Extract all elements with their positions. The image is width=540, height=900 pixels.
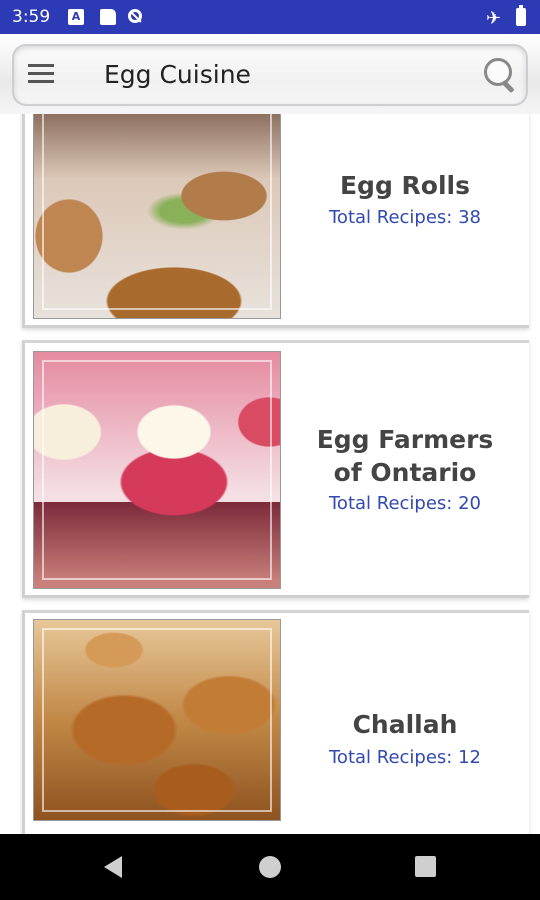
category-recipe-count: Total Recipes: 20 bbox=[329, 493, 481, 514]
search-icon[interactable] bbox=[484, 58, 518, 94]
back-icon[interactable] bbox=[104, 856, 122, 878]
category-card[interactable]: Challah Total Recipes: 12 bbox=[22, 610, 529, 843]
hamburger-menu-icon[interactable] bbox=[28, 64, 54, 84]
battery-icon bbox=[516, 5, 526, 26]
page-title: Egg Cuisine bbox=[104, 60, 251, 89]
category-title: Egg Farmers of Ontario bbox=[316, 425, 494, 487]
recent-apps-icon[interactable] bbox=[415, 856, 436, 877]
category-card[interactable]: Egg Farmers of Ontario Total Recipes: 20 bbox=[22, 340, 529, 598]
egg-rolls-image bbox=[33, 85, 281, 319]
challah-image bbox=[33, 619, 281, 821]
app-toolbar bbox=[0, 34, 540, 114]
a-icon: A bbox=[68, 9, 84, 25]
sd-card-icon bbox=[100, 9, 116, 25]
airplane-icon: ✈ bbox=[486, 8, 502, 29]
cupcake-image bbox=[33, 351, 281, 589]
status-bar: 3:59 A ✈ bbox=[0, 0, 540, 34]
category-recipe-count: Total Recipes: 38 bbox=[329, 207, 481, 228]
system-nav-bar bbox=[0, 834, 540, 900]
home-icon[interactable] bbox=[259, 856, 281, 878]
toolbar-frame bbox=[12, 44, 528, 106]
no-data-icon bbox=[128, 9, 142, 23]
category-recipe-count: Total Recipes: 12 bbox=[329, 747, 481, 768]
category-title: Egg Rolls bbox=[339, 171, 471, 200]
category-title: Challah bbox=[352, 710, 458, 739]
status-time: 3:59 bbox=[12, 7, 51, 27]
